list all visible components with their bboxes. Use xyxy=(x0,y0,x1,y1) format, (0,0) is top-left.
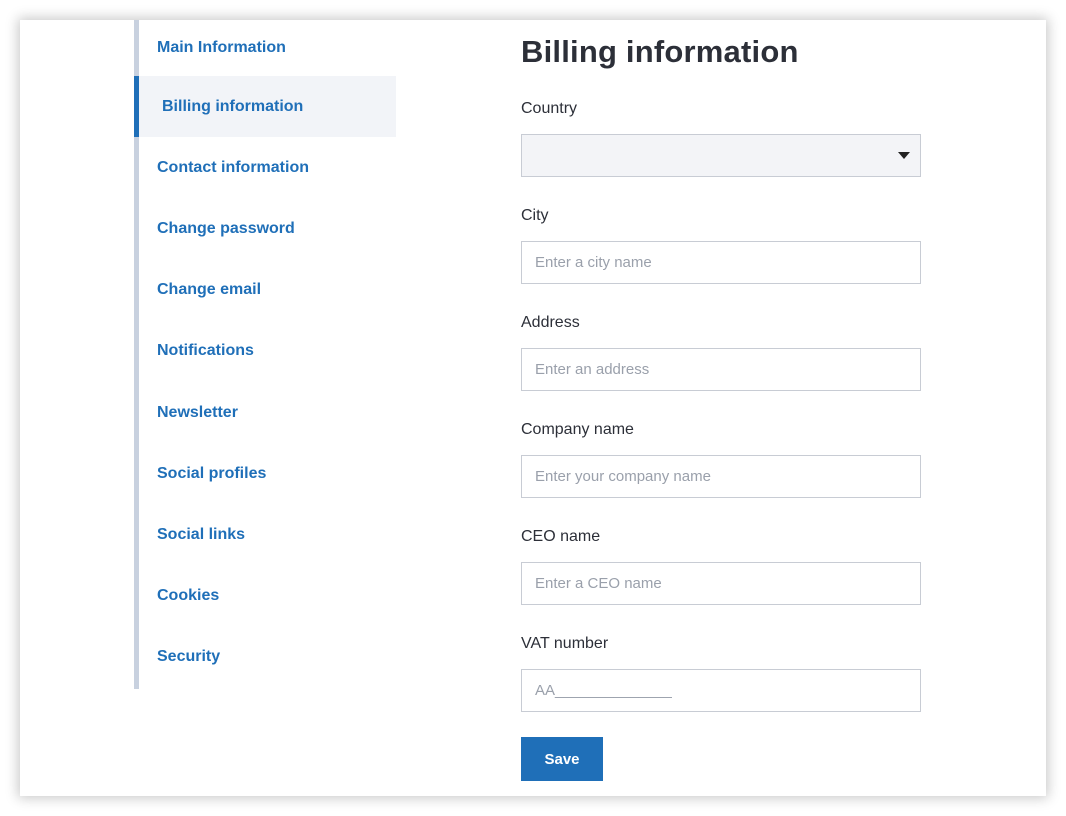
billing-form: Billing information Country City Address… xyxy=(521,20,941,781)
country-select[interactable] xyxy=(521,134,921,177)
settings-card: Main Information Billing information Con… xyxy=(20,20,1046,796)
sidebar-item-social-profiles[interactable]: Social profiles xyxy=(139,443,396,504)
company-name-label: Company name xyxy=(521,421,634,438)
sidebar-item-notifications[interactable]: Notifications xyxy=(139,321,396,382)
address-input[interactable] xyxy=(521,348,921,391)
sidebar-item-change-email[interactable]: Change email xyxy=(139,260,396,321)
address-label: Address xyxy=(521,314,580,331)
country-label: Country xyxy=(521,100,578,117)
vat-number-label: VAT number xyxy=(521,635,609,652)
sidebar-item-newsletter[interactable]: Newsletter xyxy=(139,382,396,443)
sidebar-item-social-links[interactable]: Social links xyxy=(139,504,396,565)
company-name-input[interactable] xyxy=(521,455,921,498)
sidebar-item-billing-information[interactable]: Billing information xyxy=(134,76,396,138)
sidebar-item-contact-information[interactable]: Contact information xyxy=(139,137,396,198)
page-title: Billing information xyxy=(521,34,799,69)
settings-sidebar: Main Information Billing information Con… xyxy=(134,20,396,689)
city-label: City xyxy=(521,207,549,224)
sidebar-item-security[interactable]: Security xyxy=(139,627,396,688)
save-button[interactable]: Save xyxy=(521,737,603,781)
ceo-name-label: CEO name xyxy=(521,528,601,545)
sidebar-item-main-information[interactable]: Main Information xyxy=(139,20,396,76)
city-input[interactable] xyxy=(521,241,921,284)
vat-number-input[interactable] xyxy=(521,669,921,712)
caret-down-icon xyxy=(898,152,910,159)
sidebar-item-change-password[interactable]: Change password xyxy=(139,198,396,259)
ceo-name-input[interactable] xyxy=(521,562,921,605)
sidebar-item-cookies[interactable]: Cookies xyxy=(139,566,396,627)
